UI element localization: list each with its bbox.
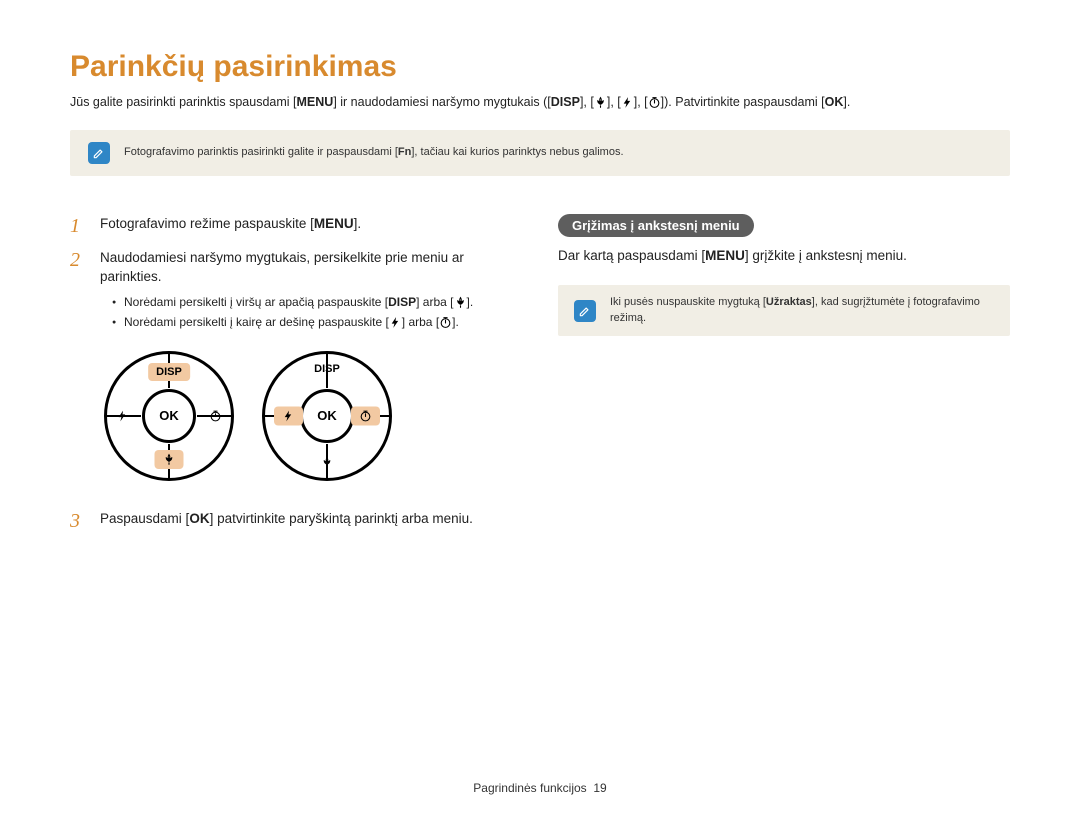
menu-glyph: MENU (314, 216, 354, 231)
pencil-icon (88, 142, 110, 164)
disp-label: DISP (314, 363, 340, 375)
dpad-vertical: OK DISP (104, 351, 234, 481)
macro-icon (321, 456, 334, 469)
flash-icon (621, 96, 634, 109)
step-body: Fotografavimo režime paspauskite [MENU]. (100, 214, 361, 238)
timer-icon (439, 316, 452, 329)
disp-label: DISP (148, 363, 190, 381)
menu-glyph: MENU (297, 95, 334, 109)
timer-icon (351, 406, 380, 425)
ok-button-label: OK (142, 389, 196, 443)
step-2: 2 Naudodamiesi naršymo mygtukais, persik… (70, 248, 522, 333)
menu-glyph: MENU (705, 248, 745, 263)
note-text: Fotografavimo parinktis pasirinkti galit… (124, 145, 624, 160)
intro-part: ], [ (634, 95, 648, 109)
ok-glyph: OK (189, 511, 209, 526)
intro-part: ]. (843, 95, 850, 109)
page-footer: Pagrindinės funkcijos 19 (0, 781, 1080, 795)
timer-icon (209, 409, 222, 422)
macro-icon (454, 296, 467, 309)
macro-icon (155, 450, 184, 469)
intro-text: Jūs galite pasirinkti parinktis spausdam… (70, 94, 1010, 112)
dpad-diagram-row: OK DISP OK DISP (104, 351, 522, 481)
ok-button-label: OK (300, 389, 354, 443)
bullet-item: Norėdami persikelti į kairę ar dešinę pa… (112, 313, 522, 331)
disp-glyph: DISP (551, 95, 580, 109)
step-1: 1 Fotografavimo režime paspauskite [MENU… (70, 214, 522, 238)
intro-part: ], [ (607, 95, 621, 109)
intro-part: ] ir naudodamiesi naršymo mygtukais ([ (333, 95, 550, 109)
step-body: Paspausdami [OK] patvirtinkite paryškint… (100, 509, 473, 533)
step-number: 2 (70, 248, 88, 333)
right-column: Grįžimas į ankstesnį meniu Dar kartą pas… (558, 214, 1010, 543)
intro-part: ], [ (580, 95, 594, 109)
intro-part: ]). Patvirtinkite paspausdami [ (661, 95, 825, 109)
intro-part: Jūs galite pasirinkti parinktis spausdam… (70, 95, 297, 109)
flash-icon (274, 406, 303, 425)
dpad-horizontal: OK DISP (262, 351, 392, 481)
pencil-icon (574, 300, 596, 322)
flash-icon (389, 316, 402, 329)
right-text: Dar kartą paspausdami [MENU] grįžkite į … (558, 247, 1010, 266)
section-pill: Grįžimas į ankstesnį meniu (558, 214, 754, 237)
step-3: 3 Paspausdami [OK] patvirtinkite paryški… (70, 509, 522, 533)
ok-glyph: OK (825, 95, 844, 109)
note-box-right: Iki pusės nuspauskite mygtuką [Užraktas]… (558, 285, 1010, 336)
note-box-top: Fotografavimo parinktis pasirinkti galit… (70, 130, 1010, 176)
left-column: 1 Fotografavimo režime paspauskite [MENU… (70, 214, 522, 543)
macro-icon (594, 96, 607, 109)
step-number: 3 (70, 509, 88, 533)
timer-icon (648, 96, 661, 109)
note-text: Iki pusės nuspauskite mygtuką [Užraktas]… (610, 295, 994, 326)
flash-icon (116, 409, 129, 422)
step-body: Naudodamiesi naršymo mygtukais, persikel… (100, 248, 522, 333)
disp-glyph: DISP (388, 295, 416, 309)
step-number: 1 (70, 214, 88, 238)
bullet-item: Norėdami persikelti į viršų ar apačią pa… (112, 293, 522, 311)
page-title: Parinkčių pasirinkimas (70, 50, 1010, 84)
